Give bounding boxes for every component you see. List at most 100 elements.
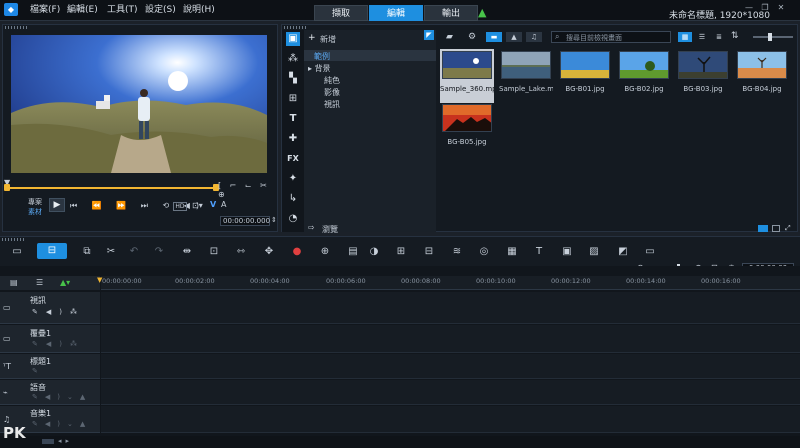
filter-video-icon[interactable]: ▬ [486,32,502,42]
volume-v-label[interactable]: V [210,200,216,209]
redo-icon[interactable]: ↷ [152,245,166,259]
tree-item-image[interactable]: 影像 [324,87,340,98]
thumbnail-item[interactable]: BG-B02.jpg [617,49,671,103]
hd-toggle-icon[interactable]: HD [173,202,187,211]
close-icon[interactable]: ✕ [776,3,786,13]
tree-item-background[interactable]: ▸ 背景 [308,63,331,74]
restore-icon[interactable]: ❐ [760,3,770,13]
template-icon[interactable]: ⊞ [286,92,300,106]
filter-photo-icon[interactable]: ▲ [506,32,522,42]
library-view-icon[interactable] [758,225,768,232]
media-icon[interactable]: ▣ [286,32,300,46]
edit-tools-icon[interactable]: ✂ [104,245,118,259]
panel-grip[interactable] [2,238,26,241]
view-list-icon[interactable]: ☰ [695,32,709,42]
video-preview[interactable] [11,35,267,173]
rotate-icon[interactable]: ◎ [477,245,491,259]
folder-icon[interactable]: ▰ [446,32,453,42]
undo-icon[interactable]: ↶ [127,245,141,259]
motion-icon[interactable]: ≋ [450,245,464,259]
effects-icon[interactable]: ▨ [587,245,601,259]
graphics-icon[interactable]: ✚ [286,132,300,146]
thumbnail-item[interactable]: BG-B04.jpg [735,49,789,103]
panel-corner-icon[interactable]: ◤ [424,30,434,40]
tab-capture[interactable]: 擷取 [314,5,368,21]
color-grading-icon[interactable]: ▣ [560,245,574,259]
mode-project[interactable]: 專案 [28,197,42,207]
timeline-scrollbar[interactable] [0,436,800,448]
storyboard-view-icon[interactable]: ▭ [10,245,24,259]
split-icon[interactable]: ⇿ [234,245,248,259]
text-to-speech-icon[interactable]: T [532,245,546,259]
title-icon[interactable]: T [286,112,300,126]
export-icon[interactable]: ▭ [643,245,657,259]
gear-icon[interactable]: ⚙ [468,32,476,42]
filter-fx-icon[interactable]: FX [286,152,300,166]
trim-in-handle[interactable] [4,184,10,191]
thumbnail-item[interactable]: BG-B01.jpg [558,49,612,103]
view-detail-icon[interactable]: ≣ [712,32,726,42]
crop-dropdown-icon[interactable]: ⊡▾ [192,201,203,210]
track-overlay-area[interactable] [101,325,800,353]
thumbnail-item[interactable]: BG-B05.jpg [440,102,494,158]
time-remap-icon[interactable]: ▦ [505,245,519,259]
record-icon[interactable]: ● [290,245,304,259]
menu-help[interactable]: 說明(H) [183,3,215,17]
fit-icon[interactable]: ⇹ [180,245,194,259]
volume-a-label[interactable]: A [221,200,226,209]
track-name[interactable]: 視訊 [30,295,46,306]
menu-edit[interactable]: 編輯(E) [67,3,98,17]
panel-grip[interactable] [5,26,29,29]
view-thumbnail-icon[interactable]: ▦ [678,32,692,42]
scroll-arrows[interactable]: ◂▸ [58,437,73,445]
track-controls[interactable]: ✎◀)⁂ [32,340,85,348]
track-controls[interactable]: ✎ [32,367,38,375]
add-icon[interactable]: + [308,33,316,43]
browse-button[interactable]: 瀏覽 [322,224,338,235]
track-video-area[interactable] [101,292,800,324]
tree-item-color[interactable]: 純色 [324,75,340,86]
track-name[interactable]: 覆疊1 [30,328,51,339]
mask-icon[interactable]: ◑ [367,245,381,259]
filter-audio-icon[interactable]: ♫ [526,32,542,42]
track-name[interactable]: 標題1 [30,356,51,367]
fullscreen-icon[interactable]: ⊡ [207,245,221,259]
track-name[interactable]: 音樂1 [30,408,51,419]
menu-tools[interactable]: 工具(T) [107,3,138,17]
track-controls[interactable]: ✎◀)⁂ [32,308,85,316]
multicam-icon[interactable]: ⊟ [422,245,436,259]
add-media-icon[interactable]: ⧉ [80,245,94,259]
scrollbar-thumb[interactable] [42,439,54,444]
track-voice-area[interactable] [101,380,800,405]
instant-project-icon[interactable]: ⁂ [286,52,300,66]
track-title-area[interactable] [101,354,800,379]
menu-file[interactable]: 檔案(F) [30,3,60,17]
speed-icon[interactable]: ◔ [286,212,300,226]
thumbnail-size-slider[interactable] [753,36,793,38]
minimize-icon[interactable]: — [744,3,754,13]
library-expand-icon[interactable]: ⤢ [785,224,791,233]
library-options-icon[interactable] [772,225,780,232]
transition-icon[interactable]: ▚ [286,72,300,86]
timecode-stepper-icon[interactable]: ⇕ [271,216,277,224]
preview-timecode[interactable]: 00:00:00.000 [220,216,270,226]
thumbnail-item[interactable]: Sample_Lake.m... [499,49,553,103]
upload-arrow-icon[interactable]: ▲ [478,7,490,19]
track-name[interactable]: 語音 [30,382,46,393]
motion-tracking-icon[interactable]: ⊕ [318,245,332,259]
subtitle-icon[interactable]: ▤ [346,245,360,259]
menu-settings[interactable]: 設定(S) [145,3,176,17]
mode-clip[interactable]: 素材 [28,207,42,217]
track-manager-icon[interactable]: ▤ [10,278,18,287]
track-controls[interactable]: ✎◀)⌄▲ [32,393,92,401]
thumbnail-size-handle[interactable] [768,33,772,41]
sort-icon[interactable]: ⇅ [731,31,739,41]
browse-icon[interactable]: ⇨ [308,223,315,232]
path-icon[interactable]: ↳ [286,192,300,206]
audio-ducking-icon[interactable]: ◩ [616,245,630,259]
tab-share[interactable]: 輸出 [424,5,478,21]
tree-item-samples[interactable]: 範例 [314,51,330,62]
tab-edit[interactable]: 編輯 [369,5,423,21]
track-controls[interactable]: ✎◀)⌄▲ [32,420,92,428]
thumbnail-item[interactable]: BG-B03.jpg [676,49,730,103]
